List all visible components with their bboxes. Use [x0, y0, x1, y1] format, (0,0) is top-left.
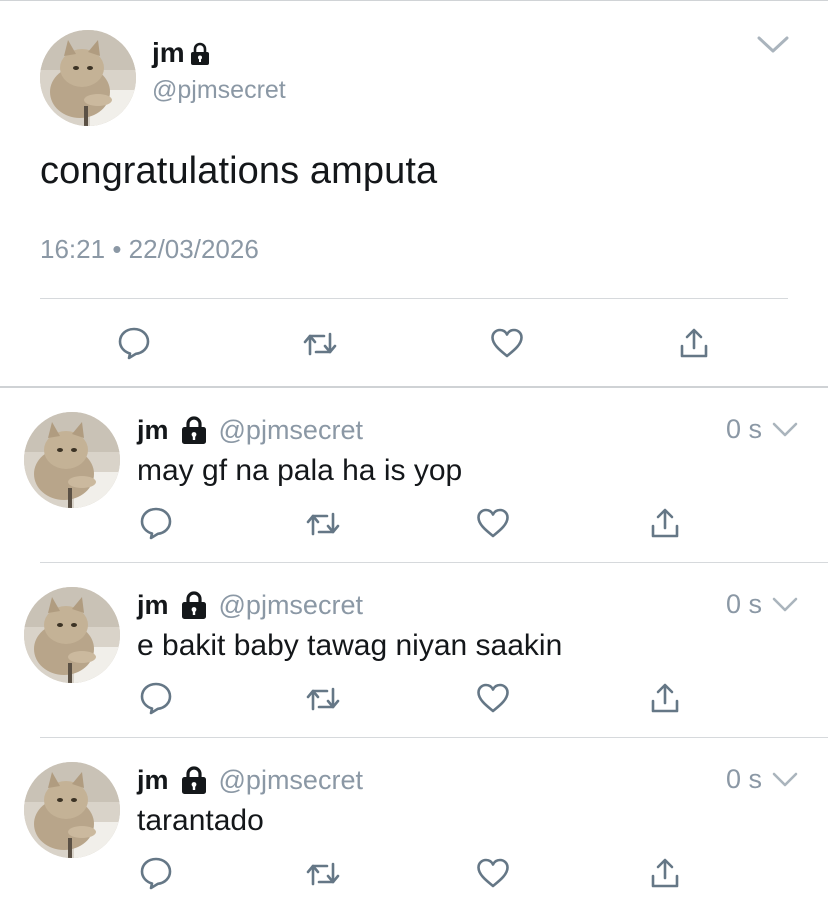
- share-icon[interactable]: [679, 327, 709, 359]
- author-handle[interactable]: @pjmsecret: [219, 765, 363, 796]
- share-icon[interactable]: [650, 857, 680, 889]
- avatar[interactable]: [40, 30, 136, 126]
- chevron-down-icon[interactable]: [772, 422, 798, 438]
- cat-avatar-image: [40, 30, 136, 126]
- chevron-down-icon[interactable]: [772, 597, 798, 613]
- retweet-icon[interactable]: [305, 685, 341, 713]
- cat-avatar-image: [24, 412, 120, 508]
- reply-icon[interactable]: [139, 856, 173, 890]
- main-author-row: jm: [152, 36, 211, 70]
- retweet-icon[interactable]: [302, 330, 338, 358]
- reply-tweet[interactable]: jm @pjmsecret 0 s may gf na pala ha is y…: [0, 388, 828, 563]
- share-icon[interactable]: [650, 507, 680, 539]
- lock-icon: [189, 42, 211, 66]
- avatar[interactable]: [24, 412, 120, 508]
- author-name[interactable]: jm: [137, 765, 169, 796]
- tweet-time: 16:21: [40, 234, 106, 264]
- author-name[interactable]: jm: [152, 37, 185, 69]
- reply-author-row: jm @pjmsecret: [137, 589, 363, 621]
- author-handle[interactable]: @pjmsecret: [152, 76, 286, 105]
- tweet-text: tarantado: [137, 804, 264, 837]
- chevron-down-icon[interactable]: [756, 34, 790, 56]
- heart-icon[interactable]: [476, 858, 510, 888]
- tweet-text: e bakit baby tawag niyan saakin: [137, 629, 563, 662]
- reply-author-row: jm @pjmsecret: [137, 414, 363, 446]
- lock-icon: [179, 590, 209, 620]
- reply-icon[interactable]: [117, 326, 151, 360]
- relative-time: 0 s: [726, 414, 763, 444]
- retweet-icon[interactable]: [305, 860, 341, 888]
- heart-icon[interactable]: [476, 683, 510, 713]
- avatar[interactable]: [24, 587, 120, 683]
- divider: [40, 298, 788, 299]
- relative-time: 0 s: [726, 589, 763, 619]
- cat-avatar-image: [24, 762, 120, 858]
- tweet-text: may gf na pala ha is yop: [137, 454, 463, 487]
- reply-tweet[interactable]: jm @pjmsecret 0 s tarantado: [0, 738, 828, 909]
- tweet-timestamp: 16:21 • 22/03/2026: [40, 234, 259, 265]
- reply-tweet[interactable]: jm @pjmsecret 0 s e bakit baby tawag niy…: [0, 563, 828, 738]
- retweet-icon[interactable]: [305, 510, 341, 538]
- main-tweet: jm @pjmsecret congratulations amputa 16:…: [0, 0, 828, 388]
- author-handle[interactable]: @pjmsecret: [219, 415, 363, 446]
- tweet-date: 22/03/2026: [128, 234, 259, 264]
- meta-separator: •: [112, 234, 122, 264]
- reply-icon[interactable]: [139, 681, 173, 715]
- reply-author-row: jm @pjmsecret: [137, 764, 363, 796]
- lock-icon: [179, 415, 209, 445]
- relative-time: 0 s: [726, 764, 763, 794]
- tweet-text: congratulations amputa: [40, 150, 438, 192]
- author-name[interactable]: jm: [137, 590, 169, 621]
- reply-icon[interactable]: [139, 506, 173, 540]
- cat-avatar-image: [24, 587, 120, 683]
- author-handle[interactable]: @pjmsecret: [219, 590, 363, 621]
- lock-icon: [179, 765, 209, 795]
- chevron-down-icon[interactable]: [772, 772, 798, 788]
- heart-icon[interactable]: [490, 328, 524, 358]
- share-icon[interactable]: [650, 682, 680, 714]
- author-name[interactable]: jm: [137, 415, 169, 446]
- heart-icon[interactable]: [476, 508, 510, 538]
- avatar[interactable]: [24, 762, 120, 858]
